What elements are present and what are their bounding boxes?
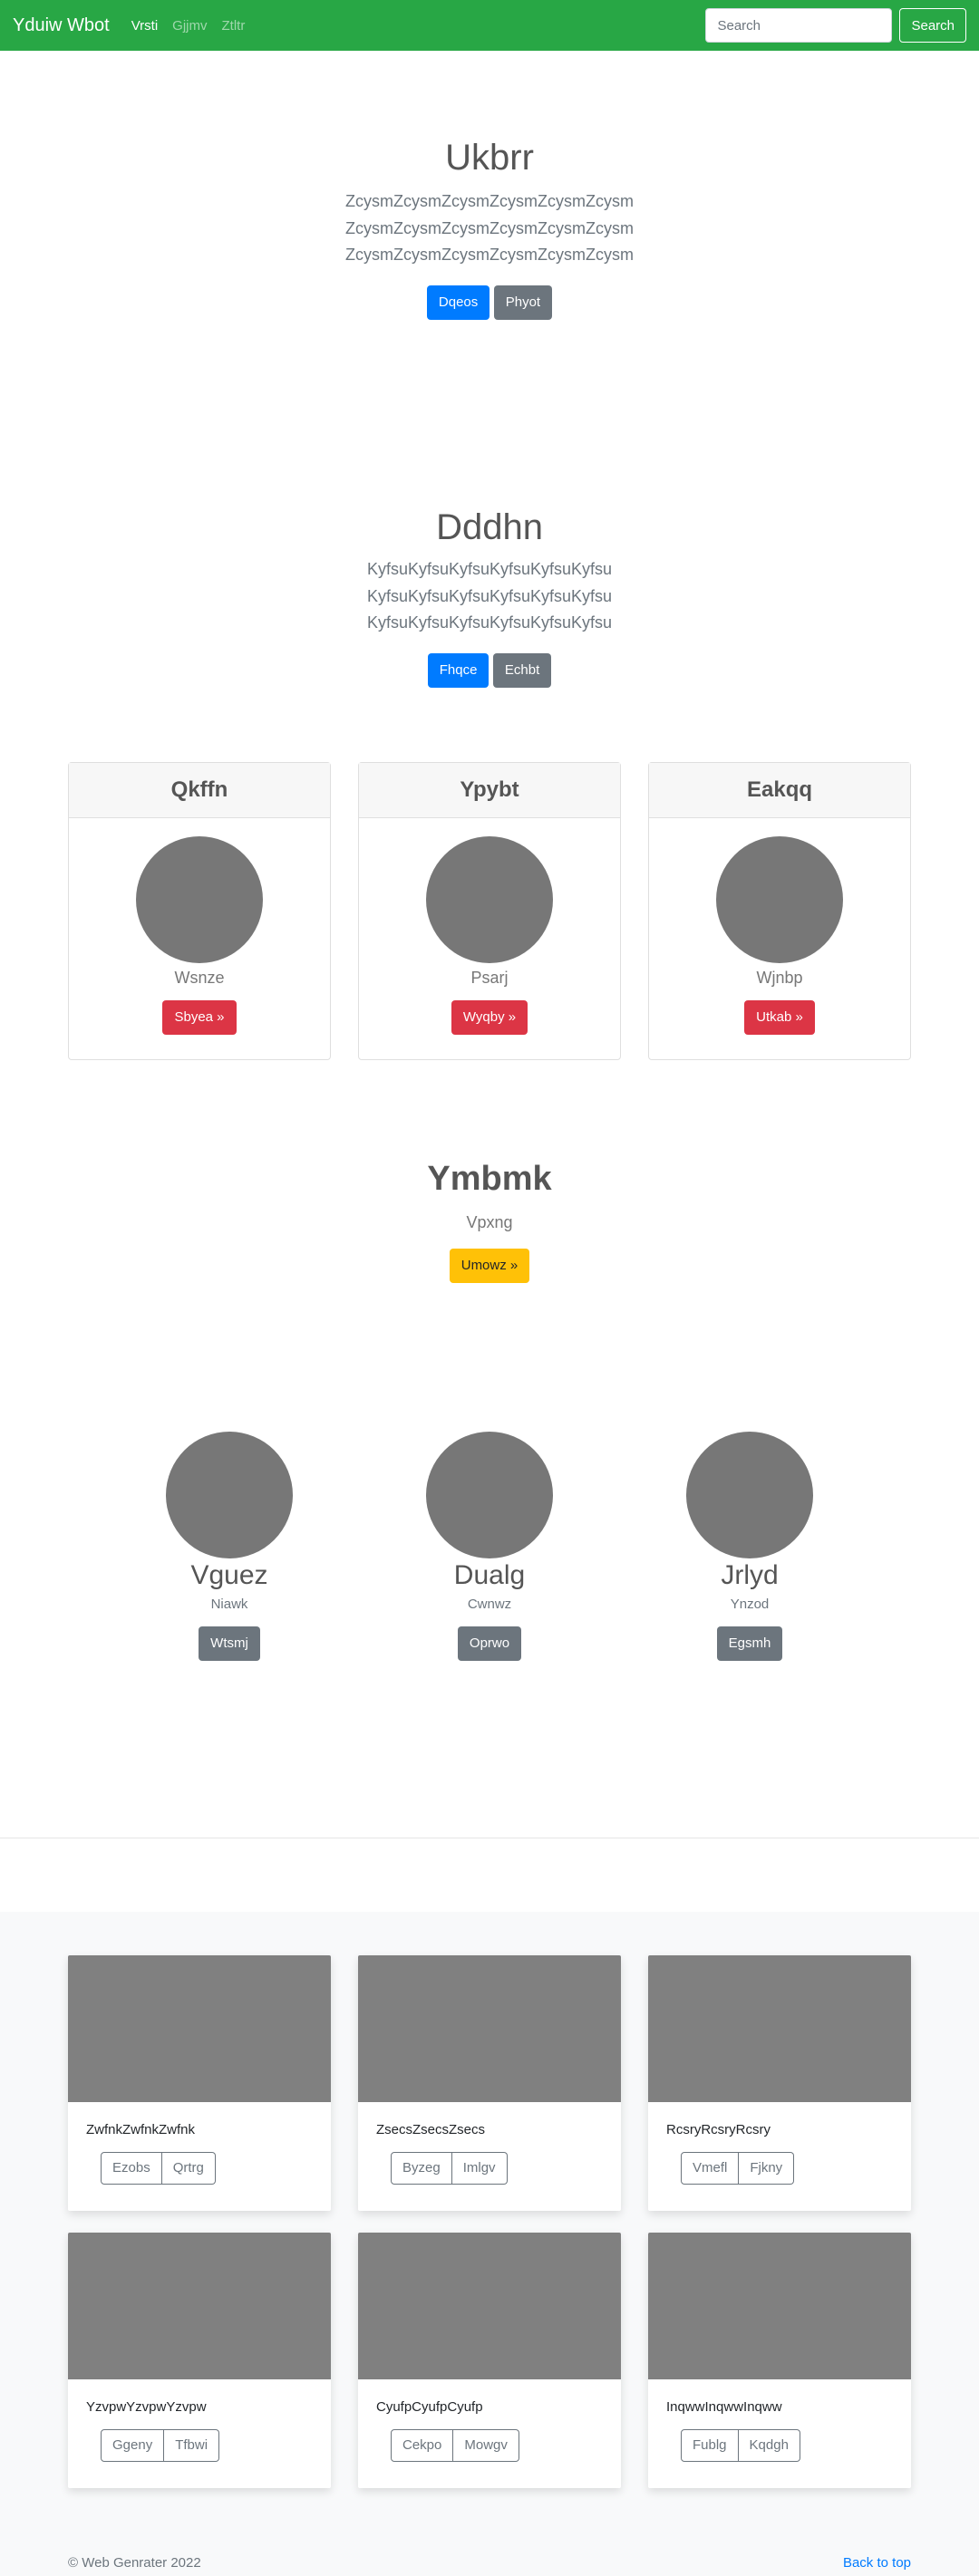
- feature-subtitle: Vpxng: [466, 1213, 513, 1231]
- team-member-name: Vguez: [190, 1560, 268, 1590]
- pricing-card-button[interactable]: Sbyea »: [162, 1000, 237, 1035]
- feature-title: Ymbmk: [427, 1160, 552, 1198]
- hero-2-title: Dddhn: [436, 507, 543, 547]
- navbar: Yduiw Wbot Vrsti Gjjmv Ztltr Search: [0, 0, 979, 51]
- thumbnail-placeholder: [358, 1955, 621, 2102]
- navbar-brand[interactable]: Yduiw Wbot: [13, 15, 110, 36]
- album-card: RcsryRcsryRcsry Vmefl Fjkny: [648, 1955, 911, 2211]
- pricing-card-subtitle: Wsnze: [174, 969, 225, 987]
- album-card: ZwfnkZwfnkZwfnk Ezobs Qrtrg: [68, 1955, 331, 2211]
- thumbnail-placeholder: [358, 2233, 621, 2379]
- album-card: InqwwInqwwInqww Fublg Kqdgh: [648, 2233, 911, 2488]
- team-member-role: Ynzod: [730, 1597, 770, 1612]
- album-card-text: ZsecsZsecsZsecs: [376, 2122, 486, 2137]
- album-card-button-2[interactable]: Qrtrg: [161, 2152, 216, 2185]
- album-card-text: ZwfnkZwfnkZwfnk: [86, 2122, 196, 2137]
- album-card-button-2[interactable]: Fjkny: [739, 2152, 795, 2185]
- album-card-text: CyufpCyufpCyufp: [376, 2399, 483, 2415]
- album-card: ZsecsZsecsZsecs Byzeg Imlgv: [358, 1955, 621, 2211]
- album-card-button-1[interactable]: Byzeg: [391, 2152, 452, 2185]
- album-card-button-group: Ggeny Tfbwi: [101, 2429, 220, 2462]
- hero-1-secondary-button[interactable]: Phyot: [493, 285, 553, 321]
- avatar-placeholder: [166, 1432, 293, 1558]
- album-card-button-1[interactable]: Vmefl: [681, 2152, 740, 2185]
- album-card-button-2[interactable]: Imlgv: [451, 2152, 508, 2185]
- team-member: Jrlyd Ynzod Egsmh: [641, 1432, 858, 1661]
- album-card-text: InqwwInqwwInqww: [666, 2399, 782, 2415]
- pricing-card: Ypybt Psarj Wyqby »: [358, 762, 621, 1060]
- album-card-button-2[interactable]: Mowgv: [453, 2429, 519, 2462]
- team-member-role: Niawk: [210, 1597, 248, 1612]
- pricing-cards: Qkffn Wsnze Sbyea » Ypybt Psarj Wyqby » …: [68, 762, 911, 1060]
- album-card-text: RcsryRcsryRcsry: [666, 2122, 771, 2137]
- team-member-name: Jrlyd: [721, 1560, 779, 1590]
- pricing-card-title: Qkffn: [69, 763, 330, 818]
- team-member: Vguez Niawk Wtsmj: [121, 1432, 338, 1661]
- album-card-button-group: Byzeg Imlgv: [391, 2152, 508, 2185]
- footer: © Web Genrater 2022 Back to top: [68, 2555, 911, 2571]
- album-card-button-1[interactable]: Ggeny: [101, 2429, 165, 2462]
- back-to-top-link[interactable]: Back to top: [843, 2555, 911, 2571]
- album-card-button-group: Ezobs Qrtrg: [101, 2152, 216, 2185]
- thumbnail-placeholder: [68, 1955, 331, 2102]
- album-card: YzvpwYzvpwYzvpw Ggeny Tfbwi: [68, 2233, 331, 2488]
- album-card-button-1[interactable]: Ezobs: [101, 2152, 162, 2185]
- hero-2-lead: KyfsuKyfsuKyfsuKyfsuKyfsuKyfsu KyfsuKyfs…: [366, 560, 613, 632]
- nav-link-2[interactable]: Gjjmv: [172, 18, 207, 34]
- team-member: Dualg Cwnwz Oprwo: [381, 1432, 598, 1661]
- hero-2-secondary-button[interactable]: Echbt: [492, 653, 552, 689]
- thumbnail-placeholder: [648, 2233, 911, 2379]
- pricing-card-title: Ypybt: [359, 763, 620, 818]
- avatar-placeholder: [136, 836, 263, 963]
- album-card: CyufpCyufpCyufp Cekpo Mowgv: [358, 2233, 621, 2488]
- album-grid: ZwfnkZwfnkZwfnk Ezobs Qrtrg ZsecsZsecsZs…: [68, 1955, 911, 2510]
- team-member-button[interactable]: Wtsmj: [199, 1626, 260, 1661]
- hero-1-buttons: Dqeos Phyot: [0, 285, 979, 321]
- hero-2-primary-button[interactable]: Fhqce: [427, 653, 490, 689]
- avatar-placeholder: [716, 836, 843, 963]
- footer-copyright: © Web Genrater 2022: [68, 2555, 201, 2571]
- hero-2-buttons: Fhqce Echbt: [0, 653, 979, 689]
- nav-link-1[interactable]: Vrsti: [131, 18, 158, 34]
- album-card-button-group: Cekpo Mowgv: [391, 2429, 519, 2462]
- pricing-card-title: Eakqq: [649, 763, 910, 818]
- hero-1-primary-button[interactable]: Dqeos: [426, 285, 490, 321]
- hero-section-2: Dddhn KyfsuKyfsuKyfsuKyfsuKyfsuKyfsu Kyf…: [0, 506, 979, 689]
- hero-1-lead: ZcysmZcysmZcysmZcysmZcysmZcysm ZcysmZcys…: [345, 192, 634, 265]
- album-card-button-group: Vmefl Fjkny: [681, 2152, 795, 2185]
- hero-1-title: Ukbrr: [445, 138, 534, 178]
- hero-section-1: Ukbrr ZcysmZcysmZcysmZcysmZcysmZcysm Zcy…: [0, 136, 979, 321]
- pricing-card: Qkffn Wsnze Sbyea »: [68, 762, 331, 1060]
- team-member-name: Dualg: [453, 1560, 526, 1590]
- avatar-placeholder: [686, 1432, 813, 1558]
- feature-section: Ymbmk Vpxng Umowz »: [0, 1160, 979, 1283]
- team-member-role: Cwnwz: [467, 1597, 512, 1612]
- nav-link-3[interactable]: Ztltr: [222, 18, 246, 34]
- album-card-text: YzvpwYzvpwYzvpw: [86, 2399, 207, 2415]
- album-card-button-group: Fublg Kqdgh: [681, 2429, 800, 2462]
- search-button[interactable]: Search: [899, 8, 966, 43]
- feature-button[interactable]: Umowz »: [449, 1249, 530, 1283]
- pricing-card: Eakqq Wjnbp Utkab »: [648, 762, 911, 1060]
- album-section: ZwfnkZwfnkZwfnk Ezobs Qrtrg ZsecsZsecsZs…: [0, 1912, 979, 2576]
- search-input[interactable]: [705, 8, 893, 43]
- pricing-card-subtitle: Wjnbp: [756, 969, 803, 987]
- team-member-button[interactable]: Egsmh: [716, 1626, 783, 1661]
- team-member-button[interactable]: Oprwo: [457, 1626, 522, 1661]
- thumbnail-placeholder: [648, 1955, 911, 2102]
- pricing-card-button[interactable]: Wyqby »: [451, 1000, 528, 1035]
- album-card-button-1[interactable]: Cekpo: [391, 2429, 454, 2462]
- thumbnail-placeholder: [68, 2233, 331, 2379]
- album-card-button-1[interactable]: Fublg: [681, 2429, 739, 2462]
- avatar-placeholder: [426, 836, 553, 963]
- album-card-button-2[interactable]: Kqdgh: [738, 2429, 800, 2462]
- album-card-button-2[interactable]: Tfbwi: [164, 2429, 220, 2462]
- avatar-placeholder: [426, 1432, 553, 1558]
- pricing-card-button[interactable]: Utkab »: [744, 1000, 815, 1035]
- pricing-card-subtitle: Psarj: [470, 969, 509, 987]
